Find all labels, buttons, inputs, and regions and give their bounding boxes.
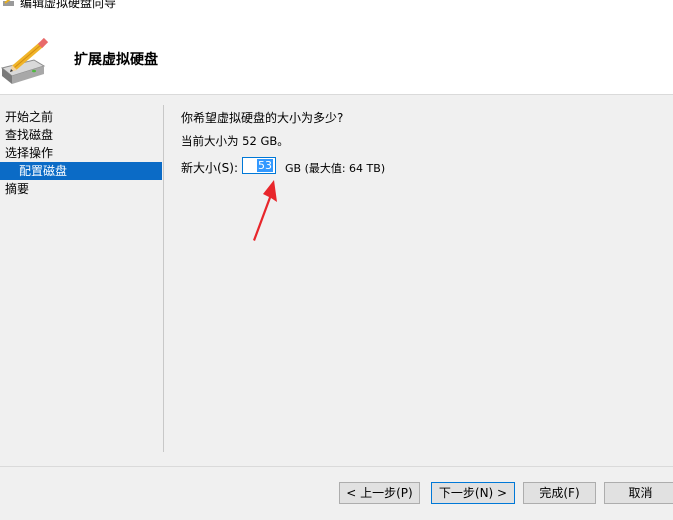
new-size-value: 53 [257, 159, 273, 172]
nav-item-before-you-begin[interactable]: 开始之前 [0, 108, 162, 126]
current-size-text: 当前大小为 52 GB。 [181, 134, 289, 148]
annotation-arrow-icon [253, 180, 277, 241]
wizard-header: 扩展虚拟硬盘 [0, 14, 673, 95]
disk-with-pencil-icon [0, 38, 49, 84]
wizard-steps-nav: 开始之前 查找磁盘 选择操作 配置磁盘 摘要 [0, 108, 162, 198]
finish-button[interactable]: 完成(F) [523, 482, 596, 504]
size-question: 你希望虚拟硬盘的大小为多少? [181, 111, 344, 125]
nav-item-locate-disk[interactable]: 查找磁盘 [0, 126, 162, 144]
footer-divider [0, 466, 673, 467]
cancel-button[interactable]: 取消 [604, 482, 673, 504]
disk-with-pencil-icon [3, 0, 14, 6]
next-button[interactable]: 下一步(N) > [431, 482, 515, 504]
window-title: 编辑虚拟硬盘向导 [20, 0, 117, 10]
back-button[interactable]: < 上一步(P) [339, 482, 420, 504]
new-size-input[interactable]: 53 [242, 157, 276, 174]
new-size-label: 新大小(S): [181, 161, 239, 175]
page-title: 扩展虚拟硬盘 [74, 52, 158, 68]
vertical-divider [163, 105, 164, 452]
nav-item-configure-disk[interactable]: 配置磁盘 [0, 162, 162, 180]
nav-item-choose-action[interactable]: 选择操作 [0, 144, 162, 162]
new-size-unit: GB (最大值: 64 TB) [285, 162, 386, 175]
nav-item-summary[interactable]: 摘要 [0, 180, 162, 198]
window-title-bar: 编辑虚拟硬盘向导 [0, 0, 673, 14]
